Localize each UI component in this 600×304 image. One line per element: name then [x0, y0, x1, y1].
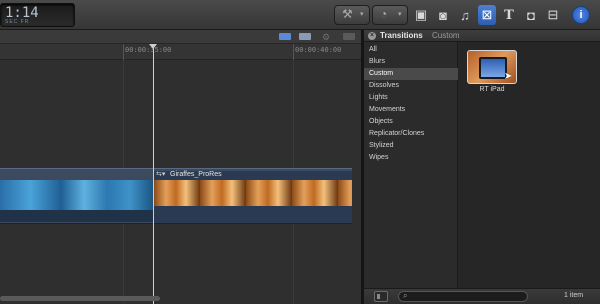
category-replicator-clones[interactable]: Replicator/Clones: [364, 128, 458, 140]
category-list: All Blurs Custom Dissolves Lights Moveme…: [364, 42, 458, 288]
category-all[interactable]: All: [364, 44, 458, 56]
camera-icon: ◙: [439, 7, 447, 23]
inspector-button[interactable]: i: [572, 6, 590, 24]
search-field[interactable]: ⌕: [398, 291, 528, 302]
ruler-tick: [123, 44, 124, 60]
video-only-icon[interactable]: [279, 33, 291, 40]
category-movements[interactable]: Movements: [364, 104, 458, 116]
clip-underwater-audio[interactable]: [0, 210, 153, 222]
tools-icon: ⚒: [342, 7, 353, 21]
chevron-down-icon: ▾: [398, 11, 402, 18]
transitions-grid: ➤ RT iPad: [459, 42, 600, 288]
category-objects[interactable]: Objects: [364, 116, 458, 128]
transition-thumbnail[interactable]: ➤: [467, 50, 517, 84]
horizontal-scrollbar[interactable]: [0, 296, 160, 301]
ruler-label: 00:00:40:00: [295, 46, 342, 54]
category-stylized[interactable]: Stylized: [364, 140, 458, 152]
timeline-ruler[interactable]: 00:00:35:00 00:00:40:00: [0, 44, 361, 60]
search-icon: ⌕: [403, 291, 408, 300]
transitions-icon: ⊠: [481, 7, 493, 22]
titles-browser-button[interactable]: T: [500, 5, 518, 25]
themes-icon: ⊟: [547, 7, 559, 22]
audio-waveform-icon[interactable]: [299, 33, 311, 40]
category-wipes[interactable]: Wipes: [364, 152, 458, 164]
close-icon[interactable]: ×: [368, 32, 376, 40]
browser-header: × Transitions Custom: [364, 30, 600, 42]
photos-browser-button[interactable]: ▣: [412, 5, 430, 25]
browser-footer: ⌕ 1 item: [364, 288, 600, 304]
timeline[interactable]: ⚙ 00:00:35:00 00:00:40:00 ⇆▾ Giraffes_Pr…: [0, 30, 361, 304]
retime-icon: ◔: [380, 7, 388, 21]
clip-underwater-thumbnails[interactable]: [0, 180, 153, 210]
final-cut-window: 1:14 SEC FR ⚒ ▾ ◔ ▾ ▣ ◙ ♫ ⊠ T ◘ ⊟ i ⚙ 00…: [0, 0, 600, 304]
browser-subtitle: Custom: [432, 31, 460, 40]
playhead[interactable]: [153, 44, 154, 304]
transition-label: RT iPad: [479, 86, 505, 93]
cursor-icon: ➤: [504, 71, 513, 82]
clip-giraffes-thumbnails[interactable]: [154, 180, 352, 206]
timecode-display[interactable]: 1:14 SEC FR: [0, 3, 75, 27]
toggle-sidebar-button[interactable]: [374, 291, 388, 302]
sidebar-icon: [377, 294, 380, 299]
timecode-units: SEC FR: [5, 19, 30, 25]
timeline-header: ⚙: [0, 30, 361, 44]
info-icon: i: [579, 9, 583, 21]
music-browser-button[interactable]: ♫: [456, 5, 474, 25]
transitions-browser-button[interactable]: ⊠: [478, 5, 496, 25]
camera-button[interactable]: ◙: [434, 5, 452, 25]
chevron-down-icon: ▾: [360, 11, 364, 18]
ipad-screen: [479, 57, 507, 79]
category-custom[interactable]: Custom: [364, 68, 458, 80]
titles-icon: T: [504, 7, 514, 23]
clip-giraffes-audio[interactable]: [154, 206, 352, 223]
generators-browser-button[interactable]: ◘: [522, 5, 540, 25]
photo-icon: ▣: [414, 7, 428, 22]
category-dissolves[interactable]: Dissolves: [364, 80, 458, 92]
item-count: 1 item: [564, 292, 584, 299]
themes-browser-button[interactable]: ⊟: [544, 5, 562, 25]
clip-appearance-icon[interactable]: [343, 33, 355, 40]
snapping-icon[interactable]: ⚙: [322, 32, 330, 43]
browser-title: Transitions: [380, 31, 423, 40]
category-lights[interactable]: Lights: [364, 92, 458, 104]
retime-menu-button[interactable]: ◔ ▾: [372, 5, 408, 25]
clip-name: Giraffes_ProRes: [170, 171, 222, 178]
tools-menu-button[interactable]: ⚒ ▾: [334, 5, 370, 25]
music-icon: ♫: [460, 7, 470, 23]
clip-effects-icon[interactable]: ⇆▾: [156, 170, 165, 178]
transitions-browser: × Transitions Custom All Blurs Custom Di…: [364, 30, 600, 304]
generators-icon: ◘: [527, 7, 535, 23]
category-blurs[interactable]: Blurs: [364, 56, 458, 68]
ruler-tick: [293, 44, 294, 60]
toolbar: 1:14 SEC FR ⚒ ▾ ◔ ▾ ▣ ◙ ♫ ⊠ T ◘ ⊟ i: [0, 0, 600, 30]
